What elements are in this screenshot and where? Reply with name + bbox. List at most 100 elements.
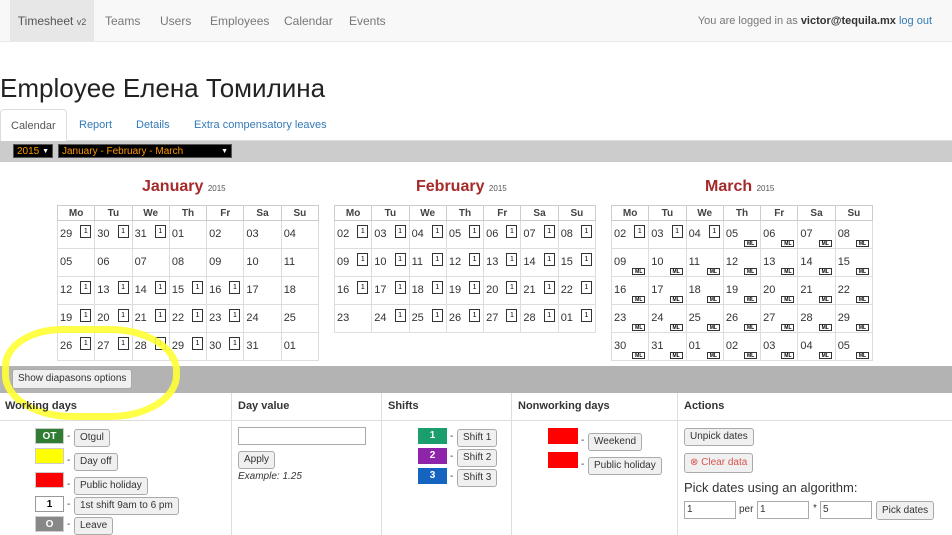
nav-users[interactable]: Users: [160, 0, 191, 42]
calendar-day[interactable]: 10: [243, 248, 282, 277]
unpick-dates-button[interactable]: Unpick dates: [684, 428, 754, 446]
day-value-input[interactable]: [238, 427, 366, 445]
leave-swatch[interactable]: O: [35, 516, 64, 532]
calendar-day[interactable]: 11 1: [408, 248, 447, 277]
calendar-day[interactable]: 08 1: [557, 220, 597, 249]
tab-calendar[interactable]: Calendar: [0, 109, 67, 142]
first-shift-button[interactable]: 1st shift 9am to 6 pm: [74, 497, 179, 515]
calendar-day[interactable]: 22 1: [168, 304, 208, 333]
calendar-day[interactable]: 31 ML: [648, 332, 687, 361]
calendar-day[interactable]: 26 1: [445, 304, 485, 333]
calendar-day[interactable]: 16 1: [206, 276, 245, 305]
weekend-button[interactable]: Weekend: [588, 433, 643, 451]
shift-2-swatch[interactable]: 2: [418, 448, 447, 464]
calendar-day[interactable]: 04: [280, 220, 320, 249]
calendar-day[interactable]: 14 ML: [797, 248, 836, 277]
calendar-day[interactable]: 19 ML: [722, 276, 762, 305]
calendar-day[interactable]: 13 ML: [760, 248, 799, 277]
calendar-day[interactable]: 07: [131, 248, 170, 277]
calendar-day[interactable]: 27 1: [483, 304, 522, 333]
calendar-day[interactable]: 04 1: [685, 220, 724, 249]
nav-calendar[interactable]: Calendar: [284, 0, 333, 42]
calendar-day[interactable]: 08: [168, 248, 208, 277]
apply-button[interactable]: Apply: [238, 451, 276, 469]
calendar-day[interactable]: 26 ML: [722, 304, 762, 333]
calendar-day[interactable]: 21 1: [131, 304, 170, 333]
calendar-day[interactable]: 03 ML: [760, 332, 799, 361]
calendar-day[interactable]: 11 ML: [685, 248, 724, 277]
shift-1-swatch[interactable]: 1: [418, 428, 447, 444]
calendar-day[interactable]: 09: [206, 248, 245, 277]
calendar-day[interactable]: 06: [94, 248, 133, 277]
calendar-day[interactable]: 19 1: [56, 304, 96, 333]
calendar-day[interactable]: 20 1: [94, 304, 133, 333]
calendar-day[interactable]: 13 1: [483, 248, 522, 277]
calendar-day[interactable]: 17 ML: [648, 276, 687, 305]
calendar-day[interactable]: 15 1: [168, 276, 208, 305]
otgul-button[interactable]: Otgul: [74, 429, 110, 447]
calendar-day[interactable]: 26 1: [56, 332, 96, 361]
weekend-swatch[interactable]: [548, 428, 578, 444]
calendar-day[interactable]: 17: [243, 276, 282, 305]
logout-link[interactable]: log out: [899, 15, 932, 27]
calendar-day[interactable]: 29 1: [168, 332, 208, 361]
algorithm-per-input[interactable]: 1: [757, 501, 809, 519]
calendar-day[interactable]: 17 1: [371, 276, 410, 305]
calendar-day[interactable]: 28 1: [520, 304, 559, 333]
calendar-day[interactable]: 20 ML: [760, 276, 799, 305]
shift-2-button[interactable]: Shift 2: [457, 449, 498, 467]
calendar-day[interactable]: 27 1: [94, 332, 133, 361]
brand-link[interactable]: Timesheet v2: [10, 0, 94, 42]
day-off-swatch[interactable]: [35, 448, 64, 464]
tab-extra-leaves[interactable]: Extra compensatory leaves: [184, 109, 337, 141]
calendar-day[interactable]: 18: [280, 276, 320, 305]
calendar-day[interactable]: 03: [243, 220, 282, 249]
tab-report[interactable]: Report: [69, 109, 122, 141]
calendar-day[interactable]: 29 1: [56, 220, 96, 249]
range-select[interactable]: January - February - March ▼: [58, 144, 232, 158]
calendar-day[interactable]: 05: [56, 248, 96, 277]
nav-employees[interactable]: Employees: [210, 0, 269, 42]
calendar-day[interactable]: 03 1: [371, 220, 410, 249]
calendar-day[interactable]: 18 ML: [685, 276, 724, 305]
calendar-day[interactable]: 30 1: [94, 220, 133, 249]
calendar-day[interactable]: 30 1: [206, 332, 245, 361]
nav-teams[interactable]: Teams: [105, 0, 140, 42]
nonworking-holiday-swatch[interactable]: [548, 452, 578, 468]
calendar-day[interactable]: 21 1: [520, 276, 559, 305]
year-select[interactable]: 2015 ▼: [13, 144, 53, 158]
calendar-day[interactable]: 22 ML: [834, 276, 874, 305]
calendar-day[interactable]: 06 1: [483, 220, 522, 249]
calendar-day[interactable]: 19 1: [445, 276, 485, 305]
calendar-day[interactable]: 30 ML: [610, 332, 650, 361]
calendar-day[interactable]: 03 1: [648, 220, 687, 249]
calendar-day[interactable]: 28 1: [131, 332, 170, 361]
calendar-day[interactable]: 27 ML: [760, 304, 799, 333]
calendar-day[interactable]: 05 ML: [722, 220, 762, 249]
calendar-day[interactable]: 10 1: [371, 248, 410, 277]
first-shift-swatch[interactable]: 1: [35, 496, 64, 512]
calendar-day[interactable]: 25 1: [408, 304, 447, 333]
calendar-day[interactable]: 28 ML: [797, 304, 836, 333]
calendar-day[interactable]: 15 1: [557, 248, 597, 277]
calendar-day[interactable]: 10 ML: [648, 248, 687, 277]
calendar-day[interactable]: 09 1: [333, 248, 373, 277]
calendar-day[interactable]: 12 ML: [722, 248, 762, 277]
calendar-day[interactable]: 24 1: [371, 304, 410, 333]
public-holiday-swatch[interactable]: [35, 472, 64, 488]
calendar-day[interactable]: 22 1: [557, 276, 597, 305]
calendar-day[interactable]: 24 ML: [648, 304, 687, 333]
calendar-day[interactable]: 07 ML: [797, 220, 836, 249]
calendar-day[interactable]: 02 1: [333, 220, 373, 249]
nav-events[interactable]: Events: [349, 0, 386, 42]
calendar-day[interactable]: 15 ML: [834, 248, 874, 277]
calendar-day[interactable]: 16 1: [333, 276, 373, 305]
tab-details[interactable]: Details: [126, 109, 180, 141]
calendar-day[interactable]: 23 1: [206, 304, 245, 333]
calendar-day[interactable]: 25 ML: [685, 304, 724, 333]
calendar-day[interactable]: 02 ML: [722, 332, 762, 361]
calendar-day[interactable]: 08 ML: [834, 220, 874, 249]
calendar-day[interactable]: 29 ML: [834, 304, 874, 333]
calendar-day[interactable]: 09 ML: [610, 248, 650, 277]
algorithm-from-input[interactable]: 1: [684, 501, 736, 519]
